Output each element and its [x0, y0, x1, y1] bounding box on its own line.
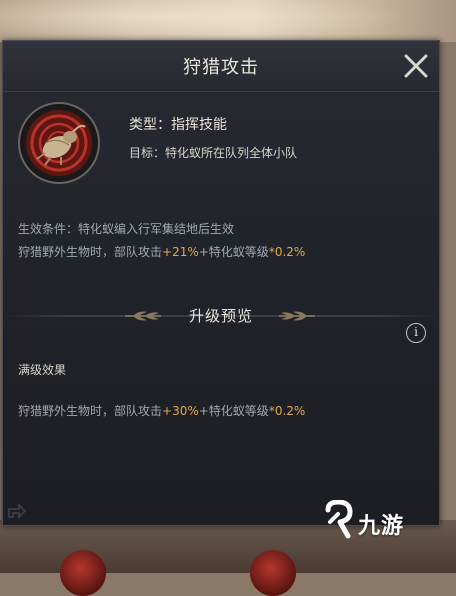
watermark-logo-icon [325, 500, 353, 539]
skill-target: 目标：特化蚁所在队列全体小队 [129, 144, 297, 161]
skill-dialog: 狩猎攻击 类型：指挥技能 目标：特化蚁所在队列全体小队 生效条件：特化蚁编入行军… [2, 40, 440, 526]
max-level-effect: 狩猎野外生物时，部队攻击+30%+特化蚁等级*0.2% [18, 402, 305, 419]
background-orb [60, 550, 106, 596]
max-effect-value: +30% [162, 404, 199, 418]
current-effect-multiplier: *0.2% [268, 245, 306, 259]
background-scene-top [0, 0, 456, 42]
current-effect-prefix: 狩猎野外生物时，部队攻击 [18, 245, 163, 259]
effect-condition: 生效条件：特化蚁编入行军集结地后生效 [18, 222, 235, 236]
info-icon: i [414, 325, 418, 339]
skill-type-label: 类型： [129, 117, 171, 133]
close-button[interactable] [399, 49, 433, 83]
max-effect-prefix: 狩猎野外生物时，部队攻击 [18, 404, 163, 418]
background-orb [250, 550, 296, 596]
share-icon [8, 503, 27, 519]
dialog-header: 狩猎攻击 [3, 41, 439, 92]
right-wing-ornament-icon [279, 311, 315, 321]
skill-target-value: 特化蚁所在队列全体小队 [165, 146, 298, 160]
watermark-text: 九游 [358, 514, 405, 539]
dialog-title: 狩猎攻击 [183, 57, 259, 78]
max-effect-multiplier: *0.2% [268, 404, 306, 418]
max-level-label: 满级效果 [18, 363, 67, 377]
current-effect-mid: +特化蚁等级 [198, 245, 269, 259]
max-effect-mid: +特化蚁等级 [198, 404, 269, 418]
skill-type-value: 指挥技能 [171, 117, 227, 133]
current-effect: 狩猎野外生物时，部队攻击+21%+特化蚁等级*0.2% [18, 243, 305, 260]
close-icon [404, 54, 428, 78]
skill-target-label: 目标： [129, 146, 166, 160]
beetle-skill-icon [18, 102, 100, 184]
current-effect-value: +21% [162, 245, 199, 259]
info-button[interactable]: i [406, 323, 426, 343]
upgrade-preview-title: 升级预览 [188, 307, 253, 325]
watermark: 九游 [322, 500, 442, 542]
skill-type: 类型：指挥技能 [129, 114, 227, 134]
